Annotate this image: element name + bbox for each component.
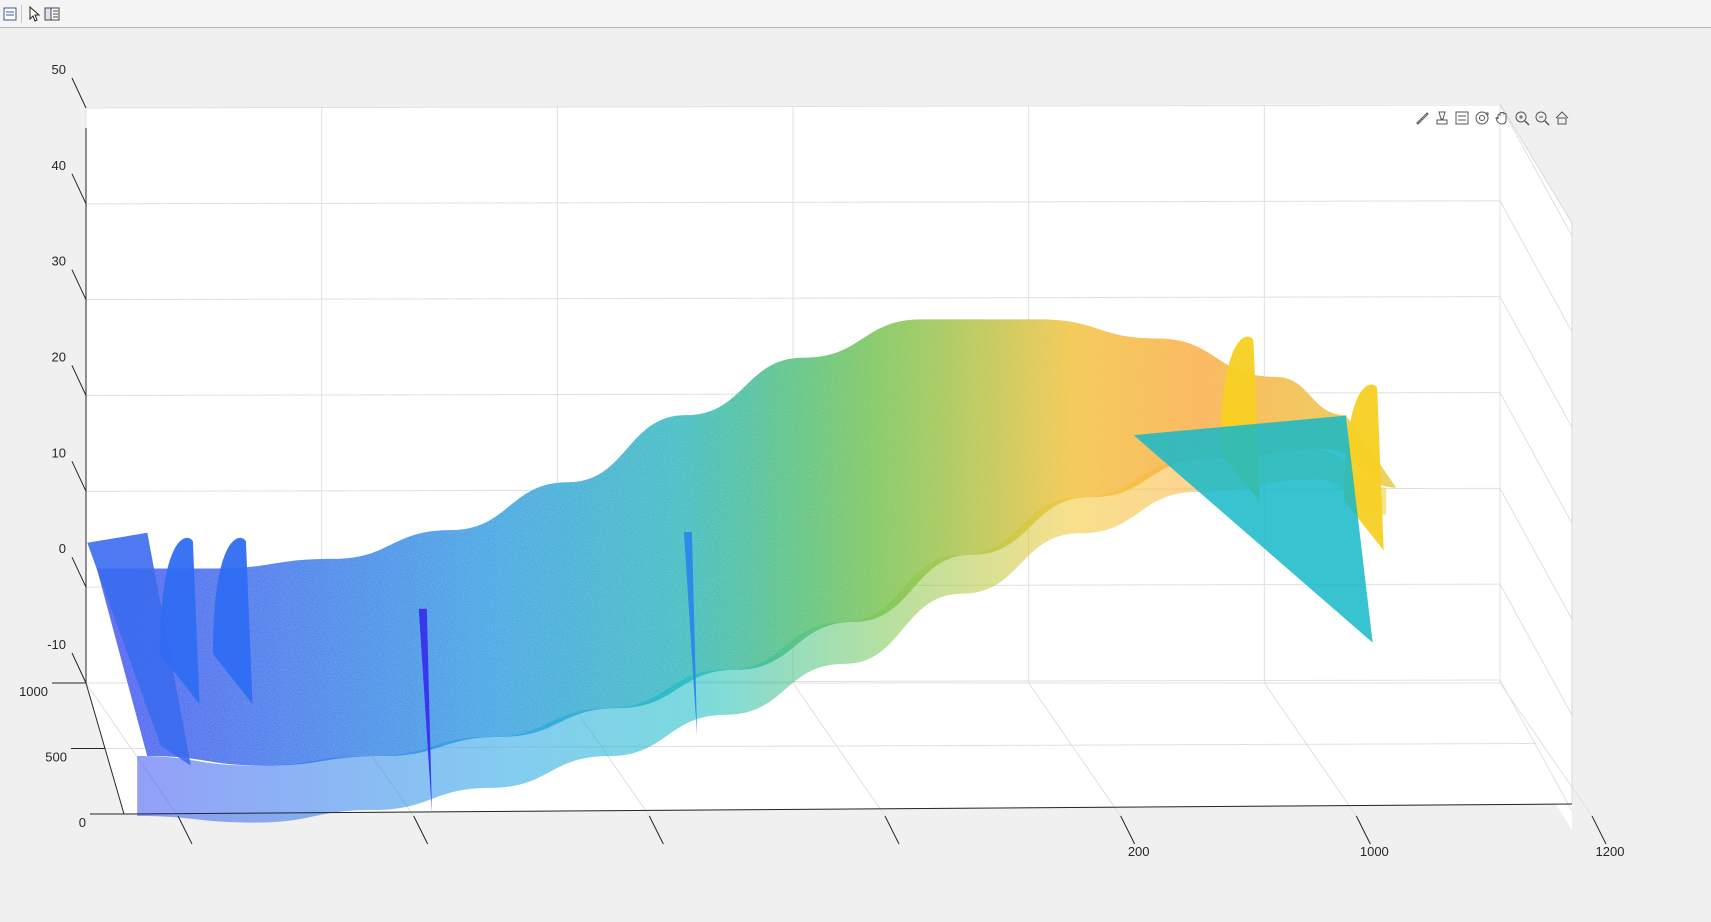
- rotate-3d-icon[interactable]: [1472, 108, 1492, 128]
- z-tick-label: 30: [52, 254, 66, 269]
- z-tick-label: 20: [52, 350, 66, 365]
- legend-icon[interactable]: [1452, 108, 1472, 128]
- y-tick-label: 1000: [19, 684, 48, 699]
- x-tick-mark: [1120, 815, 1136, 845]
- axes-toolbar: [1412, 108, 1572, 128]
- plot-browser-icon[interactable]: [42, 4, 62, 24]
- brush-icon[interactable]: [1412, 108, 1432, 128]
- z-tick-label: 50: [52, 62, 66, 77]
- pan-icon[interactable]: [1492, 108, 1512, 128]
- figure-toolbar: [0, 0, 1711, 28]
- select-arrow-icon[interactable]: [24, 4, 44, 24]
- toolbar-separator: [21, 5, 22, 23]
- z-tick-label: 10: [52, 445, 66, 460]
- z-tick-label: 0: [59, 541, 66, 556]
- zoom-out-icon[interactable]: [1532, 108, 1552, 128]
- z-tick-mark: [71, 652, 87, 684]
- figure-canvas: 50 40 30 20 10 0 -10 200 1000 1200 1000 500 0: [0, 28, 1711, 922]
- y-tick-label: 0: [79, 815, 86, 830]
- z-tick-label: -10: [47, 637, 66, 652]
- z-tick-label: 40: [52, 158, 66, 173]
- z-tick-mark: [71, 77, 87, 109]
- zoom-in-icon[interactable]: [1512, 108, 1532, 128]
- x-tick-mark: [648, 815, 664, 845]
- x-tick-mark: [884, 815, 900, 845]
- x-tick-label: 1200: [1596, 844, 1625, 859]
- x-tick-label: 1000: [1360, 844, 1389, 859]
- y-tick-label: 500: [45, 750, 67, 765]
- x-tick-mark: [1355, 815, 1371, 845]
- surface-plot[interactable]: 50 40 30 20 10 0 -10 200 1000 1200 1000 500 0: [0, 28, 1711, 922]
- z-tick-mark: [71, 461, 87, 492]
- x-tick-mark: [177, 815, 193, 845]
- z-tick-mark: [71, 365, 87, 396]
- restore-view-icon[interactable]: [1552, 108, 1572, 128]
- z-tick-mark: [71, 269, 87, 300]
- z-tick-mark: [71, 556, 87, 588]
- property-inspector-icon[interactable]: [0, 4, 20, 24]
- z-tick-mark: [71, 173, 87, 205]
- x-tick-mark: [413, 815, 429, 845]
- data-tip-icon[interactable]: [1432, 108, 1452, 128]
- x-tick-label: 200: [1128, 844, 1150, 859]
- x-tick-mark: [1591, 815, 1607, 845]
